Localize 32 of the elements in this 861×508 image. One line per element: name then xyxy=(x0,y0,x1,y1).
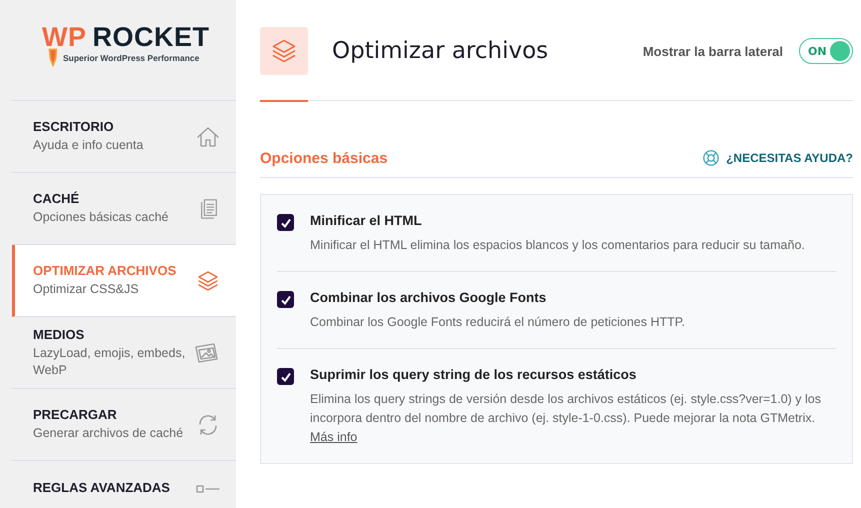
nav-item[interactable]: ESCRITORIO Ayuda e info cuenta xyxy=(12,101,236,173)
check-icon xyxy=(280,370,292,382)
logo-text: ROCKET xyxy=(92,24,210,50)
document-icon xyxy=(198,196,220,220)
lifebuoy-icon xyxy=(702,149,720,167)
nav-item[interactable]: MEDIOS LazyLoad, emojis, embeds, WebP xyxy=(12,317,236,389)
page-title: Optimizar archivos xyxy=(332,38,550,64)
logo-accent-text: WP xyxy=(42,24,86,50)
images-icon xyxy=(194,342,220,364)
checkbox[interactable] xyxy=(277,368,294,385)
option-description: Elimina los query strings de versión desde los archivos estáticos (ej. style.css?ver=1.0) y los incorpora dentro del nombre de archivo (ej. style-1-0.css). Puede mejorar la nota GTMetrix. xyxy=(310,391,822,427)
option-title: Suprimir los query string de los recursos estáticos xyxy=(310,367,638,382)
nav-item[interactable]: OPTIMIZAR ARCHIVOS Optimizar CSS&JS xyxy=(12,245,236,317)
option-description: Combinar los Google Fonts reducirá el número de peticiones HTTP. xyxy=(310,314,685,331)
option-description: Minificar el HTML elimina los espacios blancos y los comentarios para reducir su tamaño. xyxy=(310,237,805,254)
toggle-label: Mostrar la barra lateral xyxy=(642,44,783,58)
more-info-link[interactable]: Más info xyxy=(310,428,358,447)
help-link[interactable]: ¿NECESITAS AYUDA? xyxy=(702,149,853,167)
check-icon xyxy=(280,294,292,306)
section-title: Opciones básicas xyxy=(260,150,388,166)
logo-tagline: Superior WordPress Performance xyxy=(63,52,200,63)
flame-icon xyxy=(47,48,59,68)
layers-icon xyxy=(260,27,308,75)
layers-icon xyxy=(196,268,220,292)
option-title: Minificar el HTML xyxy=(310,213,423,228)
check-icon xyxy=(280,216,292,228)
option-title: Combinar los archivos Google Fonts xyxy=(310,290,548,305)
house-icon xyxy=(196,124,220,148)
checkbox[interactable] xyxy=(277,291,294,308)
nav-item[interactable]: REGLAS AVANZADAS xyxy=(12,461,236,508)
checkbox[interactable] xyxy=(277,214,294,231)
nav-item[interactable]: PRECARGAR Generar archivos de caché xyxy=(12,389,236,461)
